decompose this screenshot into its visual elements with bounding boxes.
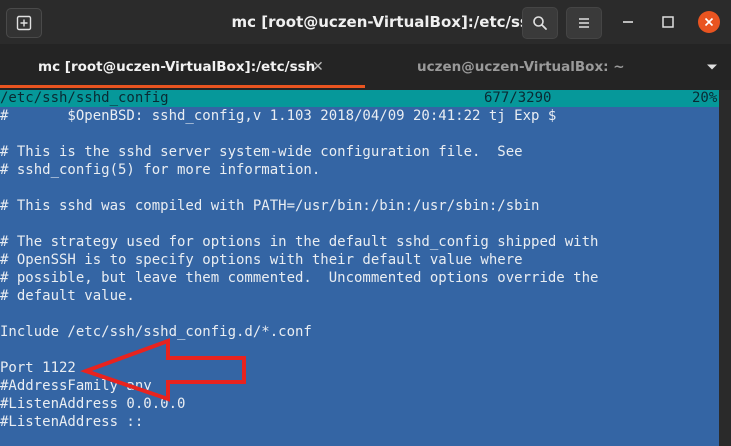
search-button[interactable] [522,7,558,39]
menu-button[interactable] [566,7,602,39]
close-button[interactable] [698,11,720,33]
tab-uczen-home[interactable]: uczen@uczen-VirtualBox: ~ [365,44,695,90]
minimize-button[interactable] [618,12,638,32]
tab-label: uczen@uczen-VirtualBox: ~ [417,59,625,75]
maximize-icon [662,16,674,28]
tab-close-icon[interactable]: ✕ [312,44,324,90]
tab-list-dropdown[interactable] [700,58,724,76]
hamburger-menu-icon [579,18,589,28]
tab-label: mc [root@uczen-VirtualBox]:/etc/ssh [38,59,316,75]
terminal-editor[interactable]: /etc/ssh/sshd_config 677/3290 20% # $Ope… [0,90,731,446]
chevron-down-icon [707,64,717,70]
close-icon [704,17,714,27]
maximize-button[interactable] [658,12,678,32]
window-titlebar: mc [root@uczen-VirtualBox]:/etc/ssh [0,0,731,44]
tab-mc-root[interactable]: mc [root@uczen-VirtualBox]:/etc/ssh ✕ [0,44,365,90]
minimize-icon [623,21,633,23]
search-icon [533,16,547,30]
tab-bar: mc [root@uczen-VirtualBox]:/etc/ssh ✕ uc… [0,44,731,90]
active-tab-indicator [0,85,365,88]
red-arrow-annotation-icon [80,338,246,402]
